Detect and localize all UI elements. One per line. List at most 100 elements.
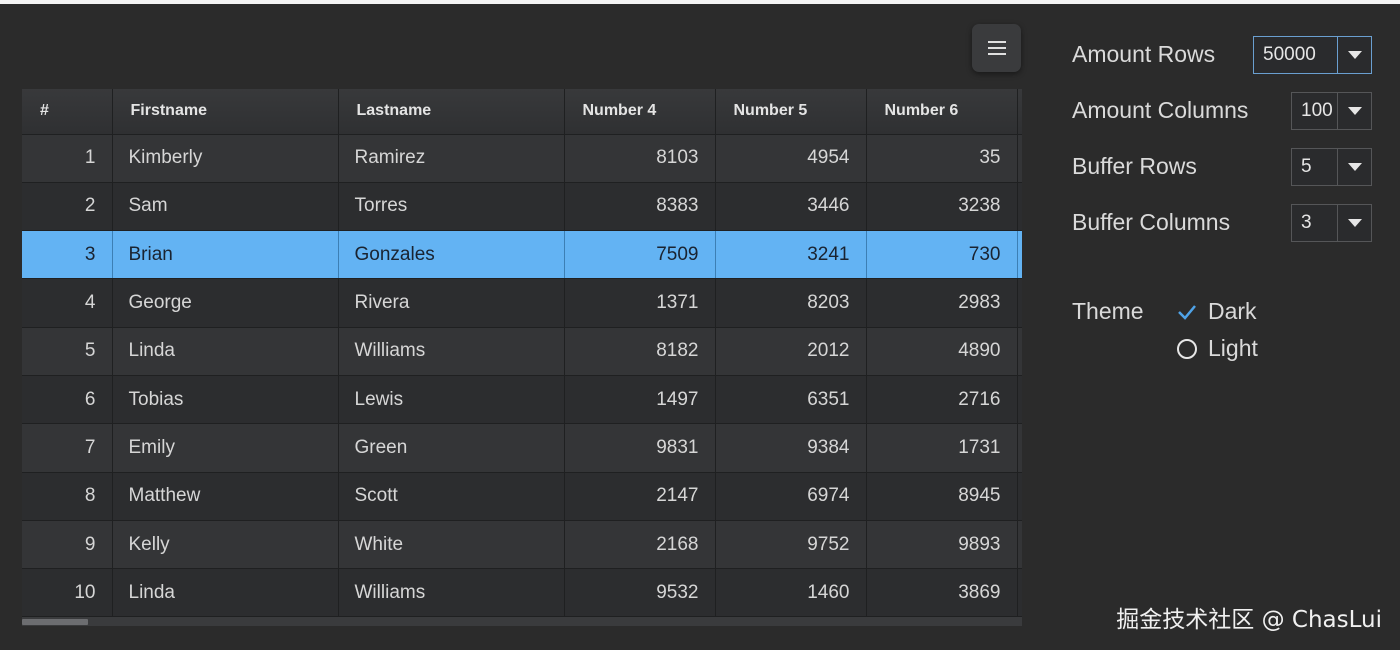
column-header-number-6[interactable]: Number 6 [866, 89, 1018, 135]
row-index-cell[interactable]: 6 [22, 375, 113, 425]
hamburger-menu-icon [987, 41, 1006, 55]
number-4-cell[interactable]: 1371 [564, 278, 716, 328]
number-5-cell[interactable]: 3241 [715, 230, 867, 280]
number-5-cell[interactable]: 9384 [715, 423, 867, 473]
row-index-cell[interactable]: 1 [22, 134, 113, 183]
table-row[interactable]: 8 Matthew Scott 2147 6974 8945 [22, 472, 1022, 521]
number-4-cell[interactable]: 1497 [564, 375, 716, 425]
number-5-cell[interactable]: 6974 [715, 472, 867, 521]
number-6-cell[interactable]: 2983 [866, 278, 1018, 328]
column-header-number-4[interactable]: Number 4 [564, 89, 716, 135]
lastname-cell[interactable]: Williams [338, 568, 565, 618]
table-row[interactable]: 4 George Rivera 1371 8203 2983 [22, 278, 1022, 328]
buffer-columns-label: Buffer Columns [1072, 209, 1231, 235]
lastname-cell[interactable]: Rivera [338, 278, 565, 328]
amount-columns-select[interactable]: 100 [1291, 92, 1372, 130]
table-row[interactable]: 3 Brian Gonzales 7509 3241 730 [22, 230, 1022, 280]
theme-option-light[interactable]: Light [1176, 335, 1258, 362]
chevron-down-icon [1337, 205, 1371, 241]
firstname-cell[interactable]: Emily [112, 423, 339, 473]
overflow-cell [1017, 327, 1022, 376]
lastname-cell[interactable]: Williams [338, 327, 565, 376]
table-row[interactable]: 1 Kimberly Ramirez 8103 4954 35 [22, 134, 1022, 183]
row-index-cell[interactable]: 9 [22, 520, 113, 570]
number-4-cell[interactable]: 9831 [564, 423, 716, 473]
buffer-columns-select[interactable]: 3 [1291, 204, 1372, 242]
theme-label: Theme [1072, 298, 1144, 324]
settings-panel: Amount Rows 50000 Amount Columns 100 Buf… [1052, 0, 1400, 650]
number-5-cell[interactable]: 4954 [715, 134, 867, 183]
number-5-cell[interactable]: 3446 [715, 182, 867, 232]
number-4-cell[interactable]: 7509 [564, 230, 716, 280]
number-4-cell[interactable]: 8383 [564, 182, 716, 232]
menu-button[interactable] [972, 24, 1021, 72]
row-index-cell[interactable]: 2 [22, 182, 113, 232]
row-index-cell[interactable]: 8 [22, 472, 113, 521]
overflow-cell [1017, 568, 1022, 618]
buffer-rows-select[interactable]: 5 [1291, 148, 1372, 186]
lastname-cell[interactable]: Lewis [338, 375, 565, 425]
table-row[interactable]: 6 Tobias Lewis 1497 6351 2716 [22, 375, 1022, 425]
watermark-text: 掘金技术社区 @ ChasLui [1116, 607, 1382, 633]
theme-option-label: Light [1208, 335, 1258, 361]
row-index-cell[interactable]: 7 [22, 423, 113, 473]
lastname-cell[interactable]: Green [338, 423, 565, 473]
lastname-cell[interactable]: Ramirez [338, 134, 565, 183]
number-4-cell[interactable]: 8182 [564, 327, 716, 376]
number-4-cell[interactable]: 2147 [564, 472, 716, 521]
row-index-cell[interactable]: 3 [22, 230, 113, 280]
number-4-cell[interactable]: 2168 [564, 520, 716, 570]
horizontal-scrollbar-thumb[interactable] [22, 619, 88, 625]
amount-rows-select[interactable]: 50000 [1253, 36, 1372, 74]
firstname-cell[interactable]: Linda [112, 568, 339, 618]
number-5-cell[interactable]: 8203 [715, 278, 867, 328]
row-index-cell[interactable]: 5 [22, 327, 113, 376]
column-header-overflow [1017, 89, 1022, 135]
number-6-cell[interactable]: 1731 [866, 423, 1018, 473]
column-header-number-5[interactable]: Number 5 [715, 89, 867, 135]
firstname-cell[interactable]: Sam [112, 182, 339, 232]
number-4-cell[interactable]: 9532 [564, 568, 716, 618]
amount-rows-label: Amount Rows [1072, 41, 1216, 67]
firstname-cell[interactable]: Kelly [112, 520, 339, 570]
number-4-cell[interactable]: 8103 [564, 134, 716, 183]
number-6-cell[interactable]: 730 [866, 230, 1018, 280]
lastname-cell[interactable]: Scott [338, 472, 565, 521]
row-index-cell[interactable]: 4 [22, 278, 113, 328]
firstname-cell[interactable]: George [112, 278, 339, 328]
row-index-cell[interactable]: 10 [22, 568, 113, 618]
number-6-cell[interactable]: 3869 [866, 568, 1018, 618]
number-5-cell[interactable]: 9752 [715, 520, 867, 570]
horizontal-scrollbar-track[interactable] [22, 617, 1022, 626]
number-6-cell[interactable]: 4890 [866, 327, 1018, 376]
number-6-cell[interactable]: 3238 [866, 182, 1018, 232]
number-5-cell[interactable]: 6351 [715, 375, 867, 425]
firstname-cell[interactable]: Brian [112, 230, 339, 280]
overflow-cell [1017, 278, 1022, 328]
number-5-cell[interactable]: 1460 [715, 568, 867, 618]
column-header-index[interactable]: # [22, 89, 113, 135]
theme-option-dark[interactable]: Dark [1176, 298, 1257, 325]
table-row[interactable]: 5 Linda Williams 8182 2012 4890 [22, 327, 1022, 376]
table-row[interactable]: 7 Emily Green 9831 9384 1731 [22, 423, 1022, 473]
overflow-cell [1017, 472, 1022, 521]
number-6-cell[interactable]: 8945 [866, 472, 1018, 521]
number-6-cell[interactable]: 2716 [866, 375, 1018, 425]
table-row[interactable]: 9 Kelly White 2168 9752 9893 [22, 520, 1022, 570]
number-6-cell[interactable]: 35 [866, 134, 1018, 183]
overflow-cell [1017, 230, 1022, 280]
table-row[interactable]: 2 Sam Torres 8383 3446 3238 [22, 182, 1022, 232]
column-header-lastname[interactable]: Lastname [338, 89, 565, 135]
firstname-cell[interactable]: Kimberly [112, 134, 339, 183]
buffer-columns-value: 3 [1301, 212, 1312, 233]
number-6-cell[interactable]: 9893 [866, 520, 1018, 570]
firstname-cell[interactable]: Linda [112, 327, 339, 376]
lastname-cell[interactable]: Torres [338, 182, 565, 232]
firstname-cell[interactable]: Matthew [112, 472, 339, 521]
number-5-cell[interactable]: 2012 [715, 327, 867, 376]
firstname-cell[interactable]: Tobias [112, 375, 339, 425]
column-header-firstname[interactable]: Firstname [112, 89, 339, 135]
table-row[interactable]: 10 Linda Williams 9532 1460 3869 [22, 568, 1022, 618]
lastname-cell[interactable]: White [338, 520, 565, 570]
lastname-cell[interactable]: Gonzales [338, 230, 565, 280]
